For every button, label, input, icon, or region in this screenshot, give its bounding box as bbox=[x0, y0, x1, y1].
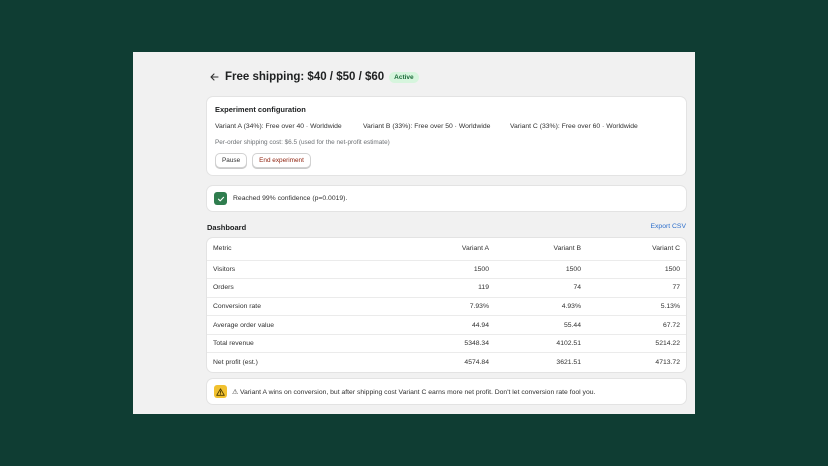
variant-b-cell: 4102.51 bbox=[495, 334, 587, 354]
variant-a-cell: 4574.84 bbox=[464, 359, 489, 367]
export-csv-link[interactable]: Export CSV bbox=[650, 223, 686, 230]
variant-b-cell: 3621.51 bbox=[556, 359, 581, 367]
variant-a-config: Variant A (34%): Free over 40 · Worldwid… bbox=[215, 123, 342, 130]
variant-b-cell: 4.93% bbox=[495, 297, 587, 317]
metric-cell: Visitors bbox=[207, 260, 397, 280]
config-actions: Pause End experiment bbox=[215, 153, 311, 168]
metric-cell: Orders bbox=[207, 278, 397, 298]
status-badge: Active bbox=[389, 71, 419, 83]
column-header-variant-c: Variant C bbox=[587, 238, 686, 261]
dashboard-title: Dashboard bbox=[207, 223, 247, 232]
table-row: Average order value 44.94 55.44 67.72 bbox=[207, 315, 686, 335]
metric-cell: Net profit (est.) bbox=[213, 359, 258, 367]
metrics-table: Metric Variant A Variant B Variant C Vis… bbox=[207, 238, 686, 372]
shipping-cost-note: Per-order shipping cost: $6.5 (used for … bbox=[215, 139, 390, 146]
warning-icon bbox=[214, 385, 227, 398]
config-title: Experiment configuration bbox=[215, 105, 306, 114]
variant-a-cell: 44.94 bbox=[397, 315, 495, 335]
column-header-metric: Metric bbox=[207, 238, 397, 261]
variant-a-cell: 5348.34 bbox=[397, 334, 495, 354]
metric-cell: Total revenue bbox=[207, 334, 397, 354]
table-header-row: Metric Variant A Variant B Variant C bbox=[207, 238, 686, 261]
confidence-banner: Reached 99% confidence (p=0.0019). bbox=[207, 186, 686, 211]
variant-c-cell: 4713.72 bbox=[655, 359, 680, 367]
arrow-left-icon[interactable] bbox=[207, 70, 221, 84]
table-row: Visitors 1500 1500 1500 bbox=[207, 260, 686, 280]
page-title: Free shipping: $40 / $50 / $60 bbox=[225, 71, 385, 83]
variant-b-config: Variant B (33%): Free over 50 · Worldwid… bbox=[363, 123, 491, 130]
column-header-variant-b: Variant B bbox=[495, 238, 587, 261]
experiment-config-card: Experiment configuration Variant A (34%)… bbox=[207, 97, 686, 175]
variant-a-cell: 1500 bbox=[397, 260, 495, 280]
variant-a-cell: 7.93% bbox=[397, 297, 495, 317]
variant-c-cell: 67.72 bbox=[587, 315, 686, 335]
table-row: Conversion rate 7.93% 4.93% 5.13% bbox=[207, 297, 686, 317]
variant-b-cell: 74 bbox=[495, 278, 587, 298]
variant-c-cell: 77 bbox=[587, 278, 686, 298]
app-window: Free shipping: $40 / $50 / $60 Active Ex… bbox=[133, 52, 695, 414]
page-header: Free shipping: $40 / $50 / $60 Active bbox=[207, 69, 419, 85]
variant-b-cell: 55.44 bbox=[495, 315, 587, 335]
variant-c-cell: 5.13% bbox=[587, 297, 686, 317]
table-row: Net profit (est.) 4574.84 3621.51 4713.7… bbox=[207, 353, 686, 372]
metric-cell: Average order value bbox=[207, 315, 397, 335]
metrics-table-card: Metric Variant A Variant B Variant C Vis… bbox=[207, 238, 686, 372]
end-experiment-button[interactable]: End experiment bbox=[252, 153, 311, 168]
metric-cell: Conversion rate bbox=[207, 297, 397, 317]
variant-b-cell: 1500 bbox=[495, 260, 587, 280]
variant-c-cell: 1500 bbox=[587, 260, 686, 280]
variant-c-cell: 5214.22 bbox=[587, 334, 686, 354]
variant-a-cell: 119 bbox=[397, 278, 495, 298]
checkmark-icon bbox=[214, 192, 227, 205]
column-header-variant-a: Variant A bbox=[397, 238, 495, 261]
variant-c-config: Variant C (33%): Free over 60 · Worldwid… bbox=[510, 123, 638, 130]
warning-banner: ⚠ Variant A wins on conversion, but afte… bbox=[207, 379, 686, 404]
warning-text: ⚠ Variant A wins on conversion, but afte… bbox=[232, 388, 596, 396]
confidence-text: Reached 99% confidence (p=0.0019). bbox=[233, 195, 348, 202]
table-row: Total revenue 5348.34 4102.51 5214.22 bbox=[207, 334, 686, 354]
pause-button[interactable]: Pause bbox=[215, 153, 248, 168]
table-row: Orders 119 74 77 bbox=[207, 278, 686, 298]
